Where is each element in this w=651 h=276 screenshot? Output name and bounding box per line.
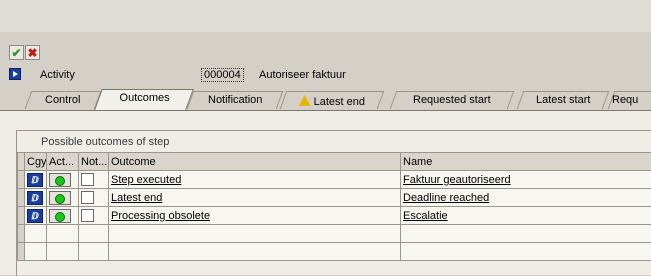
- tab-latest-end-label: Latest end: [313, 96, 364, 108]
- activity-name: Autoriseer faktuur: [259, 69, 346, 81]
- outcomes-group: Possible outcomes of step Cgy Act... Not…: [16, 130, 651, 276]
- table-row: ⅅ Processing obsolete Escalatie: [18, 207, 651, 225]
- empty-cell[interactable]: [401, 225, 651, 243]
- tab-latest-start-label: Latest start: [536, 94, 590, 106]
- tab-outcomes-label: Outcomes: [119, 92, 169, 104]
- outcomes-table: Cgy Act... Not... Outcome Name ⅅ Step ex…: [17, 152, 651, 261]
- active-toggle[interactable]: [49, 209, 71, 223]
- activity-row: Activity 000004 Autoriseer faktuur: [0, 66, 651, 84]
- tab-latest-start[interactable]: Latest start: [517, 91, 610, 109]
- category-cell: ⅅ: [25, 207, 47, 225]
- empty-cell[interactable]: [47, 225, 79, 243]
- name-cell[interactable]: Escalatie: [401, 207, 651, 225]
- row-selector[interactable]: [18, 243, 25, 261]
- green-led-icon: [55, 194, 65, 204]
- category-cell: ⅅ: [25, 189, 47, 207]
- notify-checkbox[interactable]: [81, 209, 94, 222]
- tab-notification-label: Notification: [208, 94, 262, 106]
- tab-requested-start-label: Requested start: [413, 94, 491, 106]
- table-row: ⅅ Latest end Deadline reached: [18, 189, 651, 207]
- row-selector[interactable]: [18, 171, 25, 189]
- table-row-empty: [18, 243, 651, 261]
- tab-requ[interactable]: Requ: [608, 91, 651, 109]
- empty-cell[interactable]: [25, 225, 47, 243]
- notify-checkbox[interactable]: [81, 173, 94, 186]
- empty-cell[interactable]: [401, 243, 651, 261]
- column-header-outcome[interactable]: Outcome: [109, 153, 401, 171]
- outcomes-panel: Possible outcomes of step Cgy Act... Not…: [0, 111, 651, 275]
- activity-play-icon[interactable]: [9, 68, 21, 80]
- name-cell[interactable]: Deadline reached: [401, 189, 651, 207]
- notify-cell: [79, 171, 109, 189]
- column-header-name[interactable]: Name: [401, 153, 651, 171]
- tab-control-label: Control: [45, 94, 80, 106]
- tab-outcomes[interactable]: Outcomes: [94, 89, 194, 110]
- green-led-icon: [55, 176, 65, 186]
- title-band: [0, 0, 651, 32]
- empty-cell[interactable]: [25, 243, 47, 261]
- outcome-cell[interactable]: Latest end: [109, 189, 401, 207]
- active-toggle[interactable]: [49, 173, 71, 187]
- notify-cell: [79, 207, 109, 225]
- active-cell: [47, 171, 79, 189]
- row-selector[interactable]: [18, 225, 25, 243]
- notify-cell: [79, 189, 109, 207]
- activity-label: Activity: [40, 69, 75, 81]
- column-header-not[interactable]: Not...: [79, 153, 109, 171]
- name-cell[interactable]: Faktuur geautoriseerd: [401, 171, 651, 189]
- check-icon[interactable]: ✔: [9, 45, 24, 60]
- warning-icon: [298, 95, 310, 106]
- empty-cell[interactable]: [109, 243, 401, 261]
- tab-latest-end[interactable]: Latest end: [280, 91, 385, 109]
- category-cell: ⅅ: [25, 171, 47, 189]
- notify-checkbox[interactable]: [81, 191, 94, 204]
- empty-cell[interactable]: [79, 243, 109, 261]
- cross-icon[interactable]: ✖: [25, 45, 40, 60]
- tab-requested-start[interactable]: Requested start: [390, 91, 515, 109]
- green-led-icon: [55, 212, 65, 222]
- category-icon[interactable]: ⅅ: [27, 191, 43, 205]
- row-selector[interactable]: [18, 189, 25, 207]
- table-header-row: Cgy Act... Not... Outcome Name: [18, 153, 651, 171]
- tab-requ-label: Requ: [612, 94, 638, 106]
- application-toolbar: ✔ ✖: [0, 42, 651, 62]
- category-icon[interactable]: ⅅ: [27, 209, 43, 223]
- empty-cell[interactable]: [47, 243, 79, 261]
- tab-notification[interactable]: Notification: [187, 91, 284, 109]
- active-cell: [47, 207, 79, 225]
- column-header-act[interactable]: Act...: [47, 153, 79, 171]
- category-icon[interactable]: ⅅ: [27, 173, 43, 187]
- tab-control[interactable]: Control: [25, 91, 102, 109]
- outcome-cell[interactable]: Processing obsolete: [109, 207, 401, 225]
- activity-number[interactable]: 000004: [201, 68, 244, 82]
- table-row: ⅅ Step executed Faktuur geautoriseerd: [18, 171, 651, 189]
- group-title: Possible outcomes of step: [41, 136, 169, 148]
- column-header-cgy[interactable]: Cgy: [25, 153, 47, 171]
- empty-cell[interactable]: [109, 225, 401, 243]
- select-all-cell[interactable]: [18, 153, 25, 171]
- empty-cell[interactable]: [79, 225, 109, 243]
- active-cell: [47, 189, 79, 207]
- outcome-cell[interactable]: Step executed: [109, 171, 401, 189]
- tab-strip: Control Outcomes Notification Latest end…: [0, 89, 651, 110]
- active-toggle[interactable]: [49, 191, 71, 205]
- row-selector[interactable]: [18, 207, 25, 225]
- table-row-empty: [18, 225, 651, 243]
